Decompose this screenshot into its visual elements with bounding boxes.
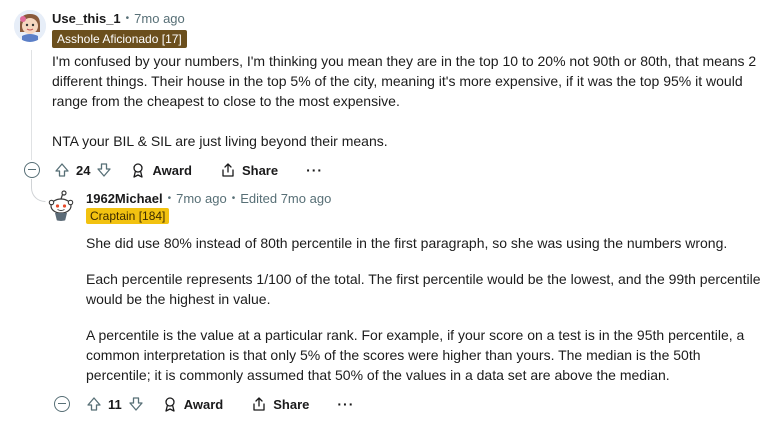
comment-paragraph: Each percentile represents 1/100 of the … xyxy=(86,271,761,307)
separator-dot: • xyxy=(167,193,172,204)
user-flair: Craptain [184] xyxy=(86,208,170,224)
avatar-illustration-icon xyxy=(14,10,46,42)
share-button[interactable]: Share xyxy=(251,396,309,412)
snoo-avatar-icon xyxy=(48,190,74,221)
separator-dot: • xyxy=(231,193,236,204)
share-icon xyxy=(222,163,234,177)
timestamp[interactable]: 7mo ago xyxy=(134,11,185,26)
avatar[interactable] xyxy=(14,10,46,42)
timestamp[interactable]: 7mo ago xyxy=(176,191,227,206)
avatar[interactable] xyxy=(45,189,77,221)
comment-actions: 11 Award Share ··· xyxy=(54,396,354,412)
upvote-button[interactable] xyxy=(54,162,70,178)
comment-meta: Use_this_1 • 7mo ago xyxy=(52,11,185,26)
award-icon xyxy=(165,397,175,412)
downvote-button[interactable] xyxy=(128,396,144,412)
downvote-button[interactable] xyxy=(96,162,112,178)
vote-count: 24 xyxy=(76,162,91,178)
upvote-icon xyxy=(55,163,69,177)
upvote-button[interactable] xyxy=(86,396,102,412)
share-icon xyxy=(253,397,265,411)
comment-meta: 1962Michael • 7mo ago • Edited 7mo ago xyxy=(86,191,331,206)
award-icon xyxy=(133,163,144,178)
comment-paragraph: I'm confused by your numbers, I'm thinki… xyxy=(52,53,757,109)
share-label: Share xyxy=(273,396,310,412)
user-flair: Asshole Aficionado [17] xyxy=(52,30,187,48)
comment-actions: 24 Award Share ··· xyxy=(24,162,323,178)
separator-dot: • xyxy=(125,13,130,24)
collapse-icon[interactable] xyxy=(54,396,70,412)
award-label: Award xyxy=(152,162,192,178)
award-button[interactable]: Award xyxy=(162,396,224,412)
edited-label: Edited 7mo ago xyxy=(240,191,332,206)
share-label: Share xyxy=(241,162,279,178)
thread-line[interactable] xyxy=(31,50,32,160)
comment-body: She did use 80% instead of 80th percenti… xyxy=(86,233,764,385)
downvote-icon xyxy=(129,397,143,411)
comment-paragraph: She did use 80% instead of 80th percenti… xyxy=(86,235,728,251)
more-options-button[interactable]: ··· xyxy=(337,396,354,412)
downvote-icon xyxy=(97,163,112,177)
award-button[interactable]: Award xyxy=(130,162,192,178)
share-button[interactable]: Share xyxy=(220,162,278,178)
more-options-button[interactable]: ··· xyxy=(306,162,323,178)
comment-body: I'm confused by your numbers, I'm thinki… xyxy=(52,51,764,151)
upvote-icon xyxy=(87,397,101,411)
author-name[interactable]: 1962Michael xyxy=(86,191,163,206)
vote-count: 11 xyxy=(108,396,122,412)
comment-paragraph: A percentile is the value at a particula… xyxy=(86,327,745,383)
comment-paragraph: NTA your BIL & SIL are just living beyon… xyxy=(52,133,388,149)
author-name[interactable]: Use_this_1 xyxy=(52,11,121,26)
collapse-icon[interactable] xyxy=(24,162,40,178)
award-label: Award xyxy=(183,396,224,412)
